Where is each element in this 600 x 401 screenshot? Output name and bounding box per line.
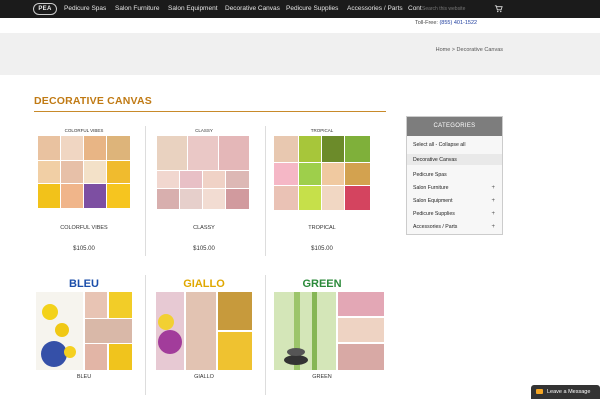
expand-icon[interactable]: + bbox=[491, 211, 495, 217]
divider bbox=[145, 275, 146, 395]
category-salon-furniture[interactable]: Salon Furniture + bbox=[413, 185, 499, 191]
product-image[interactable] bbox=[156, 292, 252, 370]
nav-accessories-parts[interactable]: Accessories / Parts bbox=[347, 0, 403, 18]
categories-sidebar: CATEGORIES Select all - Collapse all Dec… bbox=[406, 116, 503, 235]
canvas-title: COLORFUL VIBES bbox=[64, 128, 104, 133]
product-card[interactable]: GIALLO GIALLO bbox=[156, 276, 252, 396]
product-card[interactable]: COLORFUL VIBES COLORFUL VIBES $105.00 bbox=[36, 126, 132, 261]
phone-prefix: Toll-Free: bbox=[415, 20, 440, 26]
product-price: $105.00 bbox=[311, 246, 333, 252]
product-price: $105.00 bbox=[73, 246, 95, 252]
product-image[interactable] bbox=[38, 136, 130, 216]
contact-line: Toll-Free: (855) 401-1522 bbox=[415, 20, 477, 28]
category-label: Accessories / Parts bbox=[413, 224, 458, 230]
search-input[interactable] bbox=[422, 4, 484, 14]
product-price: $105.00 bbox=[193, 246, 215, 252]
envelope-icon bbox=[536, 389, 543, 394]
leave-message-label: Leave a Message bbox=[547, 389, 591, 395]
category-accessories-parts[interactable]: Accessories / Parts + bbox=[413, 224, 499, 230]
category-salon-equipment[interactable]: Salon Equipment + bbox=[413, 198, 499, 204]
categories-heading: CATEGORIES bbox=[407, 117, 502, 136]
nav-salon-equipment[interactable]: Salon Equipment bbox=[168, 0, 218, 18]
category-decorative-canvas[interactable]: Decorative Canvas bbox=[413, 157, 499, 163]
canvas-title: TROPICAL bbox=[310, 128, 334, 133]
nav-decorative-canvas[interactable]: Decorative Canvas bbox=[225, 0, 280, 18]
leave-message-button[interactable]: Leave a Message bbox=[531, 385, 600, 399]
divider bbox=[265, 275, 266, 395]
select-collapse-links[interactable]: Select all - Collapse all bbox=[413, 142, 499, 148]
product-card[interactable]: CLASSY CLASSY $105.00 bbox=[156, 126, 252, 261]
divider bbox=[265, 126, 266, 256]
product-card[interactable]: TROPICAL TROPICAL $105.00 bbox=[274, 126, 370, 261]
category-label: Salon Equipment bbox=[413, 198, 453, 204]
page-header-band bbox=[0, 33, 600, 75]
cart-icon[interactable] bbox=[494, 4, 503, 13]
product-image[interactable] bbox=[36, 292, 132, 370]
category-label: Salon Furniture bbox=[413, 185, 449, 191]
canvas-title: GIALLO bbox=[183, 278, 225, 290]
product-name[interactable]: BLEU bbox=[36, 374, 132, 380]
top-nav: PEA Pedicure Spas Salon Furniture Salon … bbox=[0, 0, 600, 18]
product-image[interactable] bbox=[274, 136, 370, 216]
canvas-title: GREEN bbox=[302, 278, 342, 290]
expand-icon[interactable]: + bbox=[491, 198, 495, 204]
breadcrumb[interactable]: Home > Decorative Canvas bbox=[436, 47, 503, 53]
category-label: Pedicure Supplies bbox=[413, 211, 455, 217]
product-name[interactable]: TROPICAL bbox=[274, 225, 370, 231]
page-title: DECORATIVE CANVAS bbox=[34, 95, 152, 107]
category-pedicure-supplies[interactable]: Pedicure Supplies + bbox=[413, 211, 499, 217]
canvas-title: CLASSY bbox=[195, 128, 213, 133]
phone-link[interactable]: (855) 401-1522 bbox=[439, 20, 477, 26]
product-name[interactable]: GREEN bbox=[274, 374, 370, 380]
category-pedicure-spas[interactable]: Pedicure Spas bbox=[413, 172, 499, 178]
product-image[interactable] bbox=[157, 136, 249, 216]
product-card[interactable]: GREEN GREEN bbox=[274, 276, 384, 396]
canvas-title: BLEU bbox=[69, 278, 99, 290]
nav-pedicure-spas[interactable]: Pedicure Spas bbox=[64, 0, 106, 18]
nav-salon-furniture[interactable]: Salon Furniture bbox=[115, 0, 159, 18]
product-image[interactable] bbox=[274, 292, 384, 370]
logo[interactable]: PEA bbox=[33, 3, 57, 15]
product-name[interactable]: GIALLO bbox=[156, 374, 252, 380]
title-divider bbox=[34, 111, 386, 112]
product-name[interactable]: COLORFUL VIBES bbox=[36, 225, 132, 231]
product-name[interactable]: CLASSY bbox=[156, 225, 252, 231]
product-card[interactable]: BLEU BLEU bbox=[36, 276, 132, 396]
divider bbox=[145, 126, 146, 256]
nav-pedicure-supplies[interactable]: Pedicure Supplies bbox=[286, 0, 338, 18]
expand-icon[interactable]: + bbox=[491, 185, 495, 191]
expand-icon[interactable]: + bbox=[491, 224, 495, 230]
